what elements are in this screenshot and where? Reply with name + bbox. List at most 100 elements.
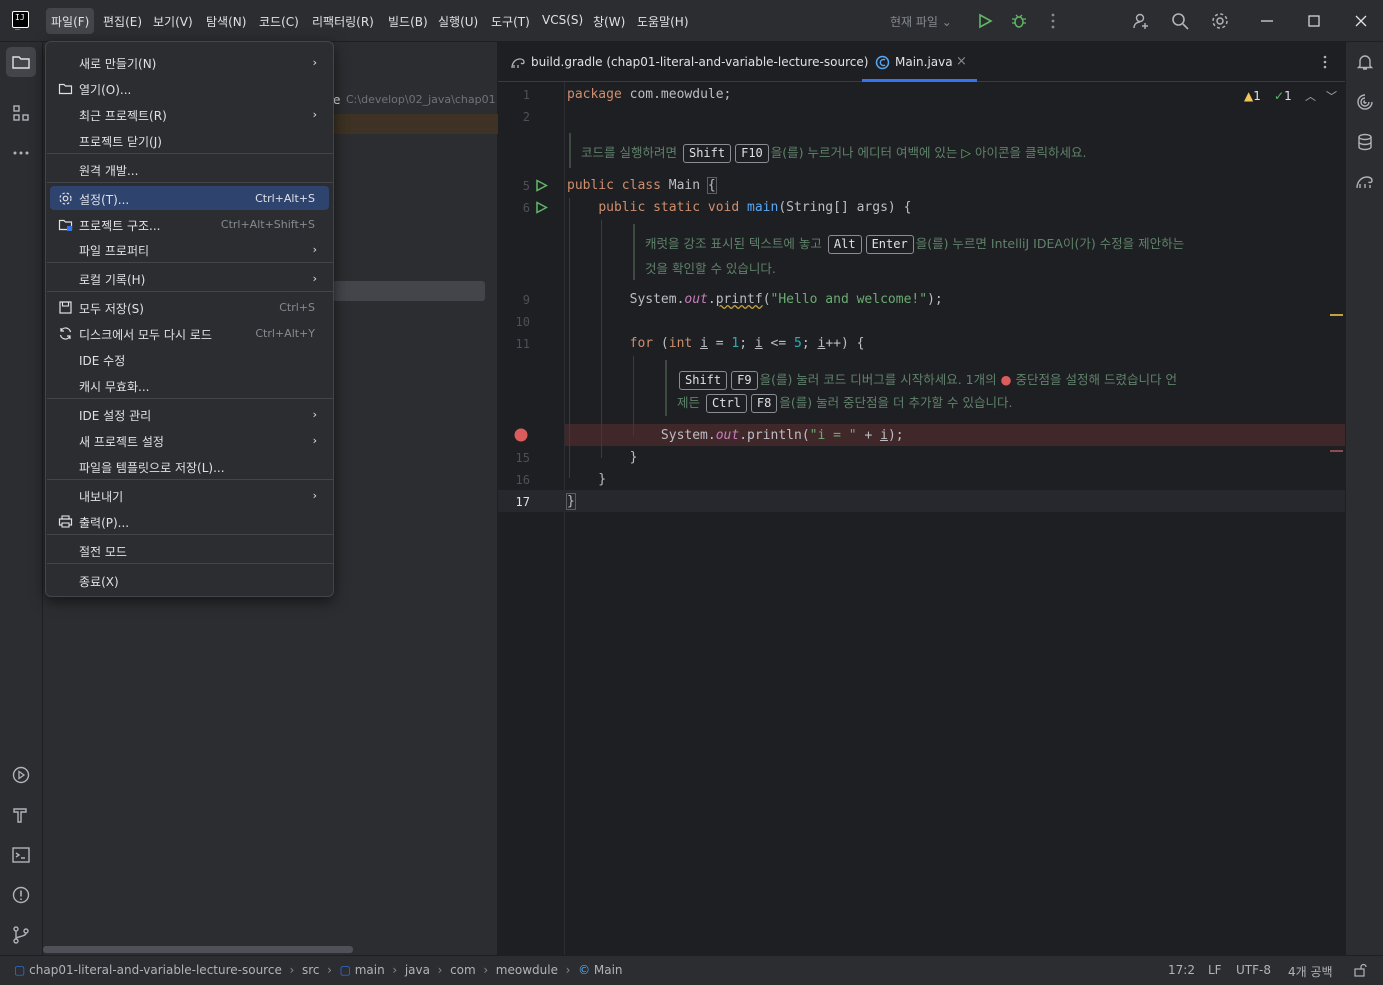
warnings-counter[interactable]: ▲1	[1244, 89, 1261, 103]
menu-refactor[interactable]: 리팩터링(R)	[312, 13, 374, 30]
menu-item-local-history[interactable]: 로컬 기록(H) ›	[50, 266, 329, 290]
maximize-icon[interactable]	[1305, 12, 1323, 30]
menu-item-print[interactable]: 출력(P)...	[50, 509, 329, 533]
more-tools-icon[interactable]	[11, 143, 31, 163]
gradle-tool-icon[interactable]	[1355, 172, 1375, 192]
hint-text: 을(를) 눌러 코드 디버그를 시작하세요. 1개의	[759, 372, 997, 387]
menu-item-open[interactable]: 열기(O)...	[50, 76, 329, 100]
menu-window[interactable]: 창(W)	[593, 13, 625, 30]
menu-item-file-properties[interactable]: 파일 프로퍼티 ›	[50, 237, 329, 261]
menu-help[interactable]: 도움말(H)	[637, 13, 689, 30]
problems-icon[interactable]	[11, 885, 31, 905]
settings-gear-icon[interactable]	[1211, 12, 1229, 30]
hint-text: 을(를) 눌러 중단점을 더 추가할 수 있습니다.	[779, 395, 1013, 410]
menu-item-exit[interactable]: 종료(X)	[50, 568, 329, 592]
run-icon[interactable]	[976, 12, 994, 30]
menu-tools[interactable]: 도구(T)	[491, 13, 530, 30]
next-highlight-icon[interactable]: ﹀	[1326, 88, 1337, 104]
breadcrumb-item[interactable]: com	[450, 963, 476, 977]
menu-item-export[interactable]: 내보내기 ›	[50, 483, 329, 507]
menu-run[interactable]: 실행(U)	[438, 13, 478, 30]
unlock-icon[interactable]	[1353, 963, 1367, 977]
menu-item-invalidate-caches[interactable]: 캐시 무효화...	[50, 373, 329, 397]
menu-item-repair-ide[interactable]: IDE 수정	[50, 347, 329, 371]
menu-item-new[interactable]: 새로 만들기(N) ›	[50, 50, 329, 74]
structure-icon[interactable]	[11, 103, 31, 123]
close-icon[interactable]	[1352, 12, 1370, 30]
breakpoint-icon[interactable]	[514, 428, 528, 442]
database-icon[interactable]	[1355, 132, 1375, 152]
menu-item-remote-dev[interactable]: 원격 개발...	[50, 157, 329, 181]
breadcrumb-item[interactable]: Main	[594, 963, 623, 977]
menu-item-manage-ide-settings[interactable]: IDE 설정 관리 ›	[50, 402, 329, 426]
menu-item-save-as-template[interactable]: 파일을 템플릿으로 저장(L)...	[50, 454, 329, 478]
menu-item-settings[interactable]: 설정(T)... Ctrl+Alt+S	[50, 186, 329, 210]
menu-file[interactable]: 파일(F)	[51, 13, 89, 30]
submenu-arrow-icon: ›	[312, 272, 317, 285]
git-branch-icon[interactable]	[11, 925, 31, 945]
checks-counter[interactable]: ✓1	[1274, 89, 1292, 103]
breadcrumb-item[interactable]: chap01-literal-and-variable-lecture-sour…	[29, 963, 282, 977]
warnings-count: 1	[1253, 89, 1261, 103]
debug-icon[interactable]	[1010, 12, 1028, 30]
menu-item-project-structure[interactable]: 프로젝트 구조... Ctrl+Alt+Shift+S	[50, 212, 329, 236]
project-tree-selected-row[interactable]	[333, 114, 498, 134]
menu-view[interactable]: 보기(V)	[153, 13, 193, 30]
caret-position[interactable]: 17:2	[1168, 963, 1195, 977]
menu-vcs[interactable]: VCS(S)	[542, 13, 583, 27]
build-hammer-icon[interactable]	[11, 805, 31, 825]
menu-separator	[47, 534, 334, 535]
menu-code[interactable]: 코드(C)	[259, 13, 299, 30]
line-number: 16	[515, 473, 530, 487]
menu-item-power-save[interactable]: 절전 모드	[50, 538, 329, 562]
warning-stripe-marker[interactable]	[1330, 314, 1343, 316]
indent-setting[interactable]: 4개 공백	[1288, 963, 1333, 980]
code-line-close-for: }	[567, 450, 638, 465]
reload-icon	[59, 327, 72, 340]
menu-item-recent-projects[interactable]: 최근 프로젝트(R) ›	[50, 102, 329, 126]
menu-item-label: 열기(O)...	[79, 83, 132, 97]
menu-item-close-project[interactable]: 프로젝트 닫기(J)	[50, 128, 329, 152]
menu-item-new-project-setup[interactable]: 새 프로젝트 설정 ›	[50, 428, 329, 452]
intellij-logo-icon[interactable]: IJ _	[12, 11, 29, 30]
notifications-bell-icon[interactable]	[1355, 52, 1375, 72]
project-tree-row[interactable]	[333, 281, 485, 301]
tab-options-icon[interactable]	[1318, 54, 1332, 70]
breadcrumb-item[interactable]: meowdule	[496, 963, 558, 977]
key-f9: F9	[731, 371, 758, 390]
breadcrumb-separator-icon: ›	[323, 963, 336, 977]
file-encoding[interactable]: UTF-8	[1236, 963, 1271, 977]
caret-line-highlight	[565, 490, 1345, 512]
menu-edit[interactable]: 편집(E)	[103, 13, 142, 30]
menu-item-save-all[interactable]: 모두 저장(S) Ctrl+S	[50, 295, 329, 319]
add-user-icon[interactable]	[1132, 12, 1150, 30]
ai-assistant-icon[interactable]	[1355, 92, 1375, 112]
run-config-selector[interactable]: 현재 파일 ⌄	[890, 13, 952, 30]
submenu-arrow-icon: ›	[312, 243, 317, 256]
inline-hint-debug-line2: 제든 Ctrl F8 을(를) 눌러 중단점을 더 추가할 수 있습니다.	[677, 392, 1012, 413]
breadcrumb-item[interactable]: main	[355, 963, 385, 977]
menu-separator	[47, 153, 334, 154]
menu-item-label: 프로젝트 닫기(J)	[79, 135, 162, 149]
previous-highlight-icon[interactable]: ︿	[1305, 88, 1316, 104]
check-icon: ✓	[1274, 89, 1285, 103]
menu-build[interactable]: 빌드(B)	[388, 13, 428, 30]
folder-icon[interactable]	[11, 52, 31, 72]
line-separator[interactable]: LF	[1208, 963, 1222, 977]
menu-navigate[interactable]: 탐색(N)	[206, 13, 246, 30]
more-actions-icon[interactable]	[1044, 12, 1062, 30]
menu-item-reload-all[interactable]: 디스크에서 모두 다시 로드 Ctrl+Alt+Y	[50, 321, 329, 345]
breakpoint-stripe-marker[interactable]	[1330, 450, 1343, 452]
tab-main-java[interactable]: Main.java	[895, 55, 953, 69]
services-icon[interactable]	[11, 765, 31, 785]
tab-build-gradle[interactable]: build.gradle (chap01-literal-and-variabl…	[531, 55, 868, 69]
search-icon[interactable]	[1171, 12, 1189, 30]
terminal-icon[interactable]	[11, 845, 31, 865]
horizontal-scrollbar[interactable]	[43, 946, 353, 953]
run-gutter-icon[interactable]	[535, 179, 548, 192]
run-gutter-icon[interactable]	[535, 201, 548, 214]
breadcrumb-item[interactable]: java	[405, 963, 430, 977]
tab-close-icon[interactable]: ×	[956, 54, 967, 69]
breadcrumb-item[interactable]: src	[302, 963, 320, 977]
minimize-icon[interactable]	[1258, 12, 1276, 30]
